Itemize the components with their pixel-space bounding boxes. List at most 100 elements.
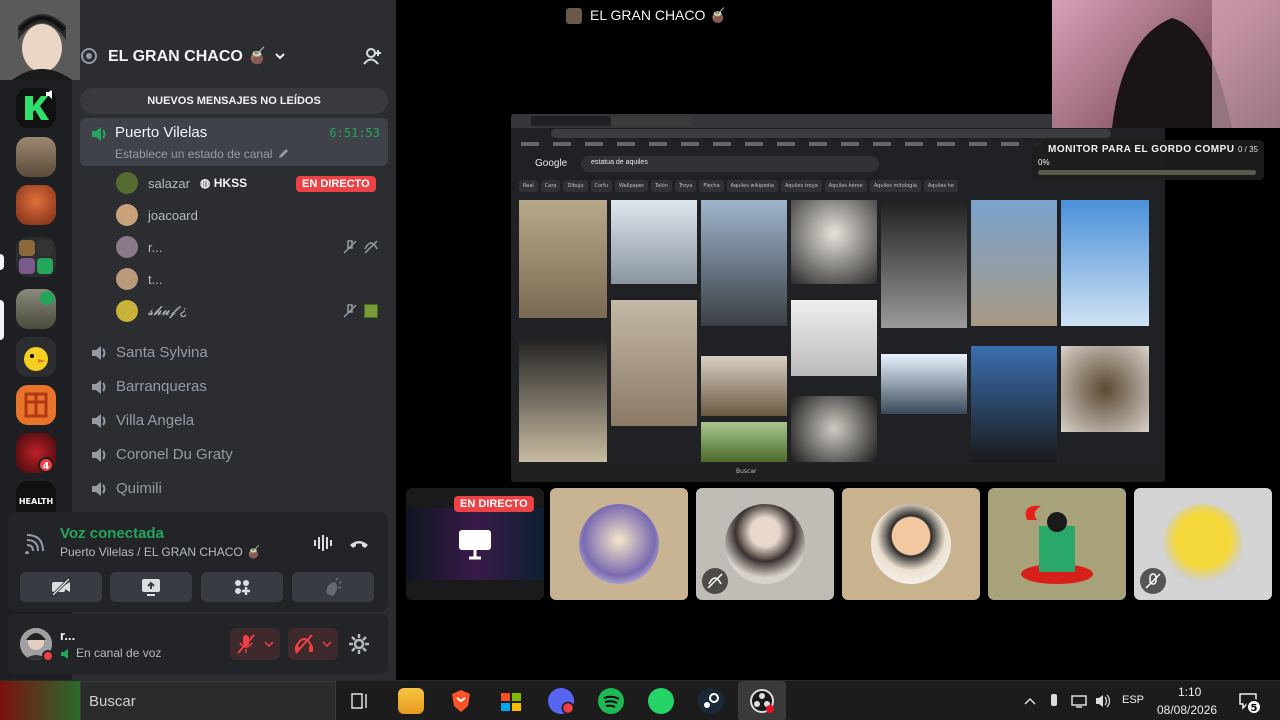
voice-member[interactable]: joacoard (116, 203, 198, 227)
server-icon-orange[interactable] (16, 385, 56, 425)
participant-tile[interactable] (842, 488, 980, 600)
mic-muted-icon (237, 634, 255, 654)
active-channel-name: Puerto Vilelas (115, 124, 208, 141)
active-voice-channel[interactable]: Puerto Vilelas 6:51:53 Establece un esta… (80, 118, 388, 166)
soundboard-icon (326, 577, 343, 596)
member-name: 𝓼𝓱𝓾𝓯 ¿ (148, 303, 188, 318)
voice-channel-quimili[interactable]: Quimili (116, 480, 162, 497)
network-icon[interactable] (1070, 693, 1088, 709)
brave-icon[interactable] (448, 688, 474, 714)
volume-icon[interactable] (1094, 693, 1112, 709)
avatar (116, 172, 138, 194)
voice-member[interactable]: r... (116, 235, 162, 259)
microsoft-store-icon[interactable] (498, 688, 524, 714)
server-pill-active (0, 300, 4, 340)
disconnect-icon[interactable] (348, 532, 370, 554)
avatar (579, 504, 659, 584)
clock-time[interactable]: 1:10 (1178, 685, 1201, 699)
browser-chip: Flecha (699, 180, 724, 192)
avatar (116, 236, 138, 258)
whatsapp-icon[interactable] (648, 688, 674, 714)
image-results-grid (519, 200, 1151, 462)
server-icon-chick[interactable] (16, 337, 56, 377)
voice-member[interactable]: salazar ◍ HKSS (116, 171, 247, 195)
mute-button[interactable] (230, 628, 280, 660)
goal-percent: 0% (1038, 158, 1050, 167)
muted-mic-icon (343, 240, 357, 254)
usb-icon[interactable] (1047, 692, 1061, 710)
streamer-webcam (1052, 0, 1280, 128)
browser-chip: Cara (540, 180, 561, 192)
mention-badge: 4 (38, 457, 54, 473)
soundboard-button[interactable] (292, 572, 374, 602)
participant-tile[interactable] (550, 488, 688, 600)
discord-icon[interactable] (548, 688, 575, 715)
unread-banner[interactable]: NUEVOS MENSAJES NO LEÍDOS (80, 88, 388, 114)
goal-title: MONITOR PARA EL GORDO COMPU (1048, 144, 1235, 155)
server-header[interactable]: EL GRAN CHACO 🧉 (80, 38, 388, 74)
obs-icon (750, 689, 774, 713)
pencil-icon[interactable] (277, 148, 289, 160)
server-icon-1[interactable] (16, 137, 56, 177)
channel-status-input[interactable]: Establece un estado de canal (115, 147, 272, 161)
participant-tile[interactable] (696, 488, 834, 600)
goal-progress-bar (1038, 170, 1256, 175)
taskbar-search-box[interactable]: Buscar (80, 681, 336, 720)
call-timer: 6:51:53 (329, 126, 380, 140)
browser-chip: Aquiles he (923, 180, 958, 192)
shared-taskbar-search: Buscar (736, 468, 757, 475)
voice-channel-santa-sylvina[interactable]: Santa Sylvina (116, 344, 208, 361)
clock-date[interactable]: 08/08/2026 (1157, 703, 1217, 717)
browser-chip: Aquiles mitologia (869, 180, 921, 192)
member-name: salazar (148, 175, 190, 191)
avatar (871, 504, 951, 584)
address-bar (551, 129, 1111, 138)
health-label: HEALTH (18, 497, 54, 506)
avatar (116, 268, 138, 290)
participant-tile[interactable] (1134, 488, 1272, 600)
browser-search-text: estatua de aquiles (591, 159, 648, 166)
file-explorer-icon[interactable] (398, 688, 424, 714)
member-tag-text: HKSS (213, 176, 248, 190)
camera-off-button[interactable] (20, 572, 102, 602)
stream-tile[interactable]: EN DIRECTO (406, 488, 544, 600)
self-webcam (0, 0, 80, 80)
activities-icon (235, 580, 250, 595)
server-folder[interactable] (16, 237, 56, 277)
server-icon-active[interactable] (16, 289, 56, 329)
user-panel: r... En canal de voz (8, 614, 388, 674)
chevron-up-icon[interactable] (1023, 694, 1037, 708)
browser-chip: Troya (674, 180, 697, 192)
participant-tile[interactable] (988, 488, 1126, 600)
gear-icon[interactable] (348, 633, 370, 655)
deafen-button[interactable] (288, 628, 338, 660)
spotify-icon[interactable] (598, 688, 624, 714)
voice-channel-barranqueras[interactable]: Barranqueras (116, 378, 207, 395)
monitor-icon (459, 530, 491, 560)
voice-member[interactable]: 𝓼𝓱𝓾𝓯 ¿ (116, 299, 188, 323)
screen-share-button[interactable] (110, 572, 192, 602)
widgets-button[interactable] (0, 681, 80, 720)
server-pill (0, 254, 4, 270)
voice-member[interactable]: t... (116, 267, 162, 291)
browser-brand: Google (535, 158, 568, 169)
add-member-icon[interactable] (362, 46, 382, 66)
dnd-status-icon (42, 650, 54, 662)
task-view-icon[interactable] (349, 690, 371, 712)
voice-app-icon[interactable] (16, 88, 56, 128)
speaker-icon (92, 482, 106, 496)
server-icon-2[interactable] (16, 185, 56, 225)
voice-location[interactable]: Puerto Vilelas / EL GRAN CHACO 🧉 (60, 545, 261, 559)
speaker-icon (61, 649, 68, 659)
noise-suppression-icon[interactable] (312, 532, 334, 554)
chevron-down-icon (322, 641, 332, 648)
obs-taskbar-button[interactable] (738, 681, 786, 720)
taskbar-search-text: Buscar (89, 693, 136, 710)
voice-channel-villa-angela[interactable]: Villa Angela (116, 412, 194, 429)
activities-button[interactable] (201, 572, 283, 602)
language-indicator[interactable]: ESP (1122, 694, 1144, 706)
browser-chip-row: Real Cara Dibujo Corfu Wallpaper Talón T… (519, 180, 1159, 192)
browser-search-box: estatua de aquiles (581, 156, 879, 172)
voice-channel-coronel-du-graty[interactable]: Coronel Du Graty (116, 446, 233, 463)
steam-icon[interactable] (698, 688, 724, 714)
